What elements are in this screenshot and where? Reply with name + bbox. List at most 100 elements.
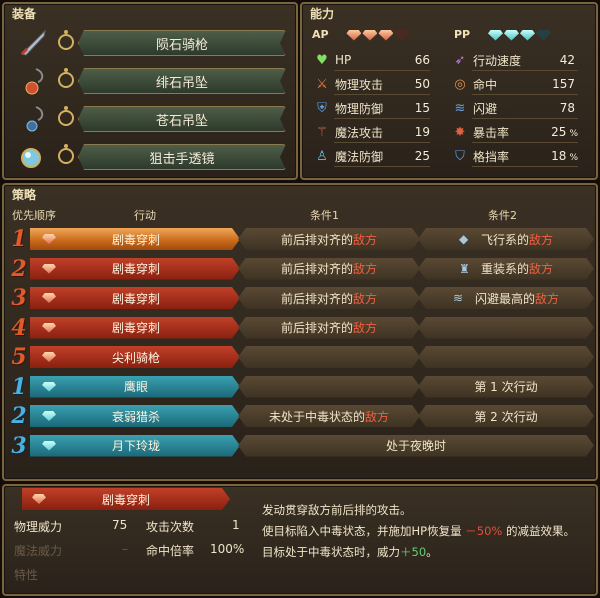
- condition1-slot[interactable]: 前后排对齐的 敌方: [238, 317, 420, 339]
- equip-slot-accessory-2[interactable]: 苍石吊坠: [10, 102, 292, 136]
- stat-row: ♙ 魔法防御 25: [314, 146, 430, 166]
- pp-gem-icon: [487, 29, 503, 41]
- trait-label: 特性: [14, 568, 39, 582]
- condition2-text: 闪避最高的: [474, 291, 535, 306]
- stat-row: ♥ HP 66: [314, 50, 430, 70]
- strategy-row[interactable]: 3 剧毒穿刺 前后排对齐的 敌方 ≋ 闪避最高的 敌方: [8, 285, 594, 311]
- condition1-header: 条件1: [310, 209, 339, 222]
- strategy-row[interactable]: 1 鹰眼 第 1 次行动: [8, 374, 594, 400]
- divider: [334, 118, 430, 119]
- condition2-slot[interactable]: ◆ 飞行系的 敌方: [418, 228, 594, 250]
- priority-number: 2: [11, 403, 27, 429]
- crit-icon: ✸: [454, 124, 466, 140]
- evade-icon: ≋: [452, 291, 464, 305]
- magic-power-value: –: [122, 542, 128, 556]
- condition1-slot[interactable]: 未处于中毒状态的 敌方: [238, 405, 420, 427]
- stat-label: HP: [335, 53, 352, 67]
- divider: [472, 70, 578, 71]
- condition2-slot[interactable]: ≋ 闪避最高的 敌方: [418, 287, 594, 309]
- strategy-row[interactable]: 5 尖利骑枪: [8, 344, 594, 370]
- condition1-slot[interactable]: [238, 376, 420, 398]
- stat-value: 78: [559, 101, 575, 115]
- action-slot[interactable]: 剧毒穿刺: [30, 228, 240, 250]
- stat-label: 命中: [473, 77, 498, 92]
- equip-slot-weapon[interactable]: 陨石骑枪: [10, 26, 292, 60]
- strategy-row[interactable]: 2 剧毒穿刺 前后排对齐的 敌方 ♜ 重装系的 敌方: [8, 256, 594, 282]
- strategy-panel: 策略 优先顺序 行动 条件1 条件2 1 剧毒穿刺 前后排对齐的 敌方 ◆ 飞行系的 敌方 2…: [2, 183, 598, 481]
- condition2-text: 第 1 次行动: [474, 380, 538, 394]
- stat-value: 18%: [551, 149, 578, 163]
- ring-slot-icon: [58, 106, 74, 126]
- lens-icon: [16, 140, 50, 174]
- divider: [334, 166, 430, 167]
- condition2-slot[interactable]: ♜ 重装系的 敌方: [418, 258, 594, 280]
- condition1-slot[interactable]: 前后排对齐的 敌方: [238, 258, 420, 280]
- condition1-target: 敌方: [353, 291, 378, 306]
- condition2-slot[interactable]: [418, 346, 594, 368]
- speed-icon: ➶: [454, 52, 466, 68]
- action-slot[interactable]: 尖利骑枪: [30, 346, 240, 368]
- action-slot[interactable]: 剧毒穿刺: [30, 317, 240, 339]
- action-header: 行动: [134, 209, 156, 222]
- wand-icon: ⚚: [316, 124, 328, 140]
- divider: [472, 166, 578, 167]
- stat-label: 闪避: [473, 101, 498, 116]
- stat-row: ⛉ 格挡率 18%: [452, 146, 578, 166]
- action-slot[interactable]: 鹰眼: [30, 376, 240, 398]
- condition1-text: 前后排对齐的: [280, 291, 353, 306]
- attacks-value: 1: [232, 518, 240, 532]
- action-name: 剧毒穿刺: [111, 321, 160, 335]
- condition2-slot[interactable]: [418, 317, 594, 339]
- equip-name-accessory-1: 绯石吊坠: [78, 68, 286, 94]
- robe-icon: ♙: [316, 148, 328, 164]
- condition-slot[interactable]: 处于夜晚时: [238, 435, 594, 457]
- strategy-row[interactable]: 1 剧毒穿刺 前后排对齐的 敌方 ◆ 飞行系的 敌方: [8, 226, 594, 252]
- condition1-text: 前后排对齐的: [280, 262, 353, 276]
- stat-value: 15: [414, 101, 430, 115]
- stat-label: 格挡率: [473, 149, 510, 164]
- ap-gauge: AP: [312, 28, 410, 41]
- condition1-slot[interactable]: 前后排对齐的 敌方: [238, 228, 420, 250]
- condition1-text: 未处于中毒状态的: [268, 409, 365, 424]
- ap-gem-icon: [42, 293, 56, 303]
- condition1-slot[interactable]: [238, 346, 420, 368]
- priority-number: 1: [11, 226, 27, 252]
- desc-line-2: 使目标陷入中毒状态，并施加HP恢复量 －50% 的减益效果。: [262, 524, 575, 538]
- priority-header: 优先顺序: [12, 209, 56, 222]
- blue-pendant-icon: [16, 102, 50, 136]
- priority-number: 5: [11, 344, 27, 370]
- ring-slot-icon: [58, 30, 74, 50]
- condition1-slot[interactable]: 前后排对齐的 敌方: [238, 287, 420, 309]
- ap-gem-icon: [32, 494, 46, 504]
- condition2-slot[interactable]: 第 2 次行动: [418, 405, 594, 427]
- heart-icon: ♥: [316, 52, 328, 68]
- stat-label: 物理防御: [335, 101, 384, 116]
- equip-name-accessory-2: 苍石吊坠: [78, 106, 286, 132]
- strategy-row[interactable]: 4 剧毒穿刺 前后排对齐的 敌方: [8, 315, 594, 341]
- equip-slot-accessory-3[interactable]: 狙击手透镜: [10, 140, 292, 174]
- pp-gem-icon: [42, 382, 56, 392]
- condition1-target: 敌方: [353, 321, 378, 335]
- action-slot[interactable]: 衰弱猎杀: [30, 405, 240, 427]
- phys-power-label: 物理威力: [14, 520, 63, 534]
- strategy-row[interactable]: 2 衰弱猎杀 未处于中毒状态的 敌方 第 2 次行动: [8, 403, 594, 429]
- ap-gem-icon: [42, 234, 56, 244]
- condition1-text: 前后排对齐的: [280, 321, 353, 335]
- divider: [334, 70, 430, 71]
- action-slot[interactable]: 月下玲珑: [30, 435, 240, 457]
- action-slot[interactable]: 剧毒穿刺: [30, 287, 240, 309]
- hit-mult-value: 100%: [210, 542, 245, 556]
- condition2-target: 敌方: [529, 262, 554, 276]
- strategy-row[interactable]: 3 月下玲珑 处于夜晚时: [8, 433, 594, 459]
- stat-label: 魔法攻击: [335, 125, 384, 140]
- condition1-target: 敌方: [353, 232, 378, 247]
- pp-label: PP: [454, 28, 471, 41]
- action-name: 剧毒穿刺: [111, 291, 160, 306]
- stat-value: 19: [414, 125, 430, 139]
- equip-slot-accessory-1[interactable]: 绯石吊坠: [10, 64, 292, 98]
- desc-line-3: 目标处于中毒状态时，威力＋50。: [262, 545, 438, 559]
- action-slot[interactable]: 剧毒穿刺: [30, 258, 240, 280]
- condition2-slot[interactable]: 第 1 次行动: [418, 376, 594, 398]
- ability-panel: 能力 AP PP ♥ HP 66 ⚔ 物理攻击 50 ⛨ 物理防御 15 ⚚ 魔法攻击 19 ♙ 魔法防御…: [300, 2, 598, 180]
- condition2-header: 条件2: [488, 209, 517, 222]
